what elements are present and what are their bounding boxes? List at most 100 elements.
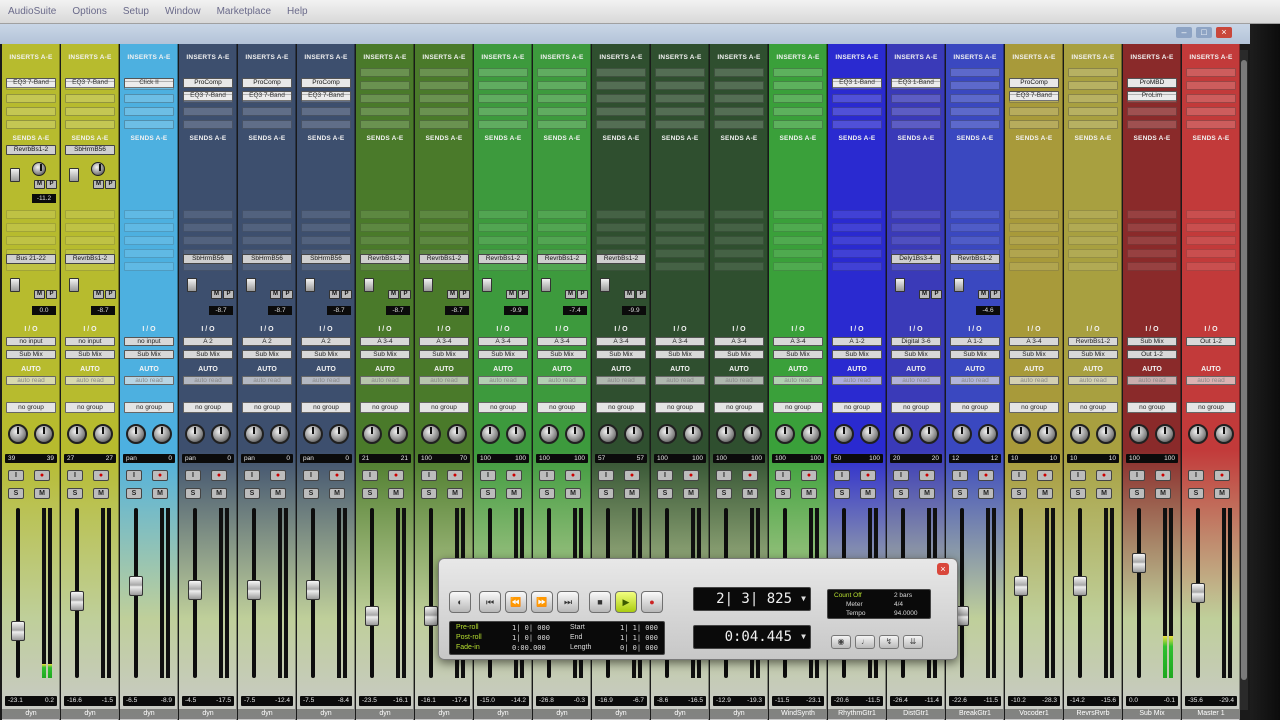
meter-value[interactable]: 4/4	[894, 601, 903, 608]
pan-knob-left[interactable]	[185, 424, 205, 444]
count-off-value[interactable]: 2 bars	[894, 592, 912, 599]
send-slot[interactable]	[773, 223, 823, 232]
send-mute-button[interactable]: M	[211, 290, 222, 299]
pan-knob-right[interactable]	[152, 424, 172, 444]
send-pre-button[interactable]: P	[105, 180, 116, 189]
start-value[interactable]: 1| 1| 000	[620, 624, 658, 632]
record-enable-button[interactable]: ●	[624, 470, 640, 481]
insert-slot[interactable]	[773, 94, 823, 103]
send-pre-button[interactable]: P	[341, 290, 352, 299]
send-slot[interactable]	[65, 210, 115, 219]
input-selector[interactable]: no input	[124, 337, 174, 346]
send-fader[interactable]	[187, 278, 197, 292]
send-slot[interactable]: RevrbBs1-2	[596, 254, 646, 264]
input-monitor-button[interactable]: I	[185, 470, 201, 481]
input-monitor-button[interactable]: I	[1129, 470, 1145, 481]
pan-knob-right[interactable]	[211, 424, 231, 444]
group-selector[interactable]: no group	[655, 402, 705, 413]
automation-mode-selector[interactable]: auto read	[242, 376, 292, 385]
chevron-down-icon[interactable]: ▼	[801, 626, 806, 648]
send-slot[interactable]	[124, 223, 174, 232]
fast-forward-button[interactable]: ⏩	[531, 591, 553, 613]
send-pre-button[interactable]: P	[459, 290, 470, 299]
automation-mode-selector[interactable]: auto read	[1009, 376, 1059, 385]
input-monitor-button[interactable]: I	[362, 470, 378, 481]
insert-slot[interactable]	[65, 120, 115, 129]
output-selector[interactable]: Sub Mix	[950, 350, 1000, 359]
insert-slot[interactable]	[1068, 81, 1118, 90]
mute-button[interactable]: M	[211, 488, 227, 499]
send-slot[interactable]	[1068, 210, 1118, 219]
send-slot[interactable]	[65, 236, 115, 245]
track-name[interactable]: dyn	[710, 709, 767, 719]
solo-button[interactable]: S	[126, 488, 142, 499]
insert-slot[interactable]	[242, 120, 292, 129]
insert-slot[interactable]	[655, 94, 705, 103]
pan-knob-right[interactable]	[742, 424, 762, 444]
group-selector[interactable]: no group	[183, 402, 233, 413]
output-selector[interactable]: Sub Mix	[891, 350, 941, 359]
send-slot[interactable]	[655, 236, 705, 245]
send-slot[interactable]	[1186, 210, 1236, 219]
insert-slot[interactable]	[832, 120, 882, 129]
output-selector[interactable]: Sub Mix	[1068, 350, 1118, 359]
insert-slot[interactable]	[773, 120, 823, 129]
solo-button[interactable]: S	[716, 488, 732, 499]
insert-slot[interactable]	[891, 107, 941, 116]
insert-slot[interactable]	[1068, 68, 1118, 77]
postroll-label[interactable]: Post-roll	[456, 634, 482, 641]
send-slot[interactable]	[242, 236, 292, 245]
send-slot[interactable]	[714, 223, 764, 232]
send-slot[interactable]	[596, 223, 646, 232]
group-selector[interactable]: no group	[124, 402, 174, 413]
sub-counter[interactable]: 0:04.445 ▼	[693, 625, 811, 649]
volume-fader[interactable]	[365, 605, 379, 626]
group-selector[interactable]: no group	[65, 402, 115, 413]
insert-slot[interactable]	[714, 81, 764, 90]
send-slot[interactable]	[124, 210, 174, 219]
group-selector[interactable]: no group	[891, 402, 941, 413]
track-name[interactable]: dyn	[2, 709, 59, 719]
send-mute-button[interactable]: M	[919, 290, 930, 299]
send-slot[interactable]: RevrbBs1-2	[537, 254, 587, 264]
send-fader[interactable]	[246, 278, 256, 292]
minimize-button[interactable]: –	[1176, 27, 1192, 38]
track-name[interactable]: dyn	[651, 709, 708, 719]
mute-button[interactable]: M	[801, 488, 817, 499]
pan-knob-right[interactable]	[624, 424, 644, 444]
record-enable-button[interactable]: ●	[93, 470, 109, 481]
pan-knob-left[interactable]	[775, 424, 795, 444]
solo-button[interactable]: S	[244, 488, 260, 499]
send-slot[interactable]	[65, 223, 115, 232]
insert-slot[interactable]	[478, 107, 528, 116]
online-button[interactable]: ◐	[449, 591, 471, 613]
insert-slot[interactable]	[360, 68, 410, 77]
send-pre-button[interactable]: P	[636, 290, 647, 299]
send-mute-button[interactable]: M	[93, 180, 104, 189]
send-slot[interactable]	[1127, 249, 1177, 258]
insert-slot[interactable]	[714, 94, 764, 103]
track-name[interactable]: Sub Mix	[1123, 709, 1180, 719]
return-to-zero-button[interactable]: ⏮	[479, 591, 501, 613]
insert-slot[interactable]: ProComp	[1009, 78, 1059, 88]
insert-slot[interactable]	[891, 120, 941, 129]
input-monitor-button[interactable]: I	[303, 470, 319, 481]
send-slot[interactable]	[419, 236, 469, 245]
insert-slot[interactable]	[1009, 94, 1059, 103]
pan-knob-right[interactable]	[1037, 424, 1057, 444]
track-name[interactable]: DistGtr1	[887, 709, 944, 719]
send-slot[interactable]	[1009, 236, 1059, 245]
send-knob[interactable]	[91, 162, 105, 176]
send-slot[interactable]	[714, 210, 764, 219]
send-slot[interactable]	[537, 223, 587, 232]
insert-slot[interactable]	[1186, 68, 1236, 77]
input-monitor-button[interactable]: I	[598, 470, 614, 481]
input-monitor-button[interactable]: I	[480, 470, 496, 481]
insert-slot[interactable]	[891, 81, 941, 90]
output-selector[interactable]: Sub Mix	[832, 350, 882, 359]
volume-fader[interactable]	[1073, 575, 1087, 596]
solo-button[interactable]: S	[1070, 488, 1086, 499]
record-enable-button[interactable]: ●	[270, 470, 286, 481]
input-monitor-button[interactable]: I	[1070, 470, 1086, 481]
insert-slot[interactable]	[183, 107, 233, 116]
